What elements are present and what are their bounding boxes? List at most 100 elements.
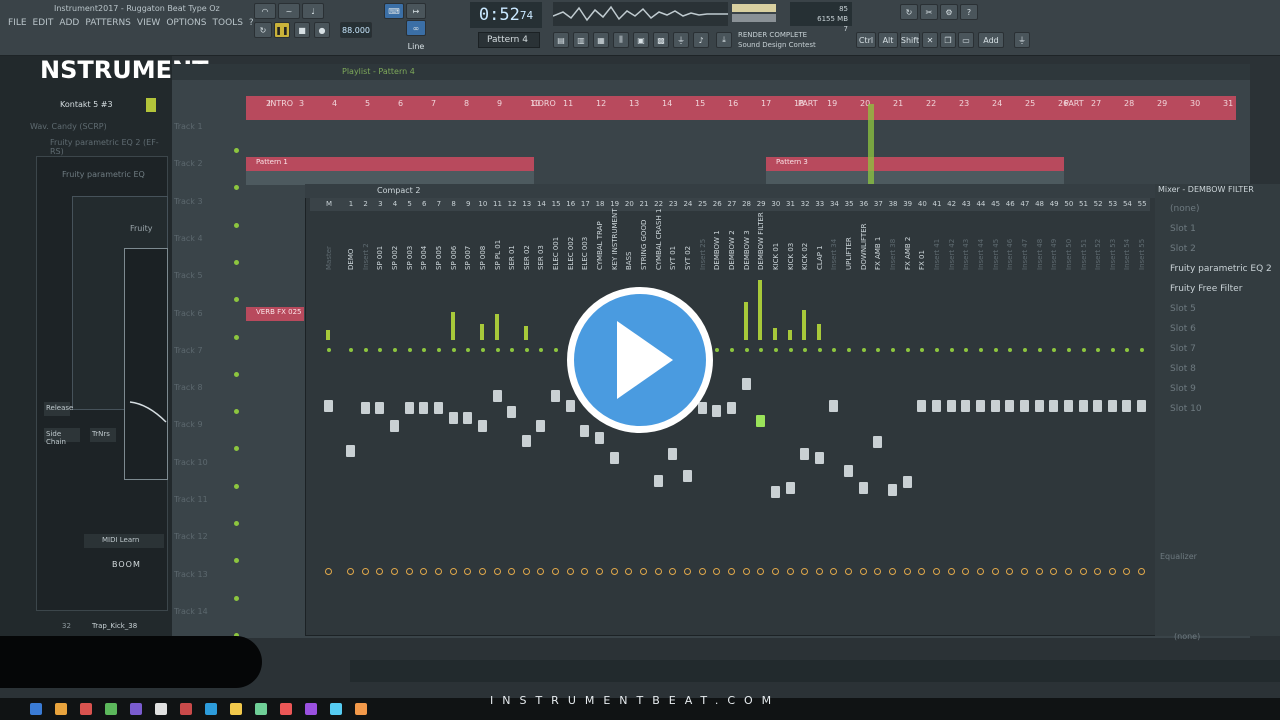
volume-fader[interactable] [346,445,355,457]
channel-enable-led[interactable] [495,348,500,352]
volume-fader[interactable] [697,402,707,414]
pan-knob[interactable] [991,568,999,575]
midi-learn-dropdown[interactable]: MIDI Learn [84,534,164,548]
pan-knob[interactable] [727,568,735,575]
chain-item-4[interactable]: Fruity [130,224,152,233]
pan-knob[interactable] [771,568,779,575]
volume-fader[interactable] [858,482,868,494]
pan-knob[interactable] [859,568,867,575]
chain-item-2[interactable]: Fruity parametric EQ 2 (EF-RS) [50,138,172,156]
volume-fader[interactable] [507,406,517,418]
taskbar-app-icon[interactable] [105,703,117,715]
alt-key[interactable]: Alt [878,32,898,48]
clip-pattern-1-body[interactable] [246,171,534,185]
channel-enable-led[interactable] [524,348,529,352]
channel-enable-led[interactable] [773,348,778,352]
channel-enable-led[interactable] [935,348,939,352]
snap-select[interactable]: Line [398,38,434,54]
pan-knob[interactable] [478,568,486,575]
pan-knob[interactable] [566,568,574,575]
track-header[interactable]: Track 2 [174,159,203,168]
track-mute-led[interactable] [234,595,239,601]
copy-icon[interactable]: ❐ [940,32,956,48]
taskbar-app-icon[interactable] [55,703,67,715]
track-header[interactable]: Track 7 [174,346,203,355]
volume-fader[interactable] [653,475,663,487]
volume-fader[interactable] [756,415,766,427]
channel-enable-led[interactable] [1066,348,1071,352]
scissors-icon[interactable]: ✂ [920,4,938,20]
track-mute-led[interactable] [234,371,239,377]
volume-fader[interactable] [1137,400,1147,412]
pause-button[interactable]: ❚❚ [274,22,290,38]
track-header[interactable]: Track 4 [174,234,203,243]
paste-icon[interactable]: ▭ [958,32,974,48]
pan-knob[interactable] [596,568,604,575]
track-header[interactable]: Track 12 [174,532,208,541]
add-button[interactable]: Add [978,32,1004,48]
fx-slot[interactable]: (none) [1160,200,1272,218]
chain-item-3[interactable]: Fruity parametric EQ [62,170,145,179]
playlist-icon[interactable]: ▤ [553,32,569,48]
volume-fader[interactable] [375,402,385,414]
volume-fader[interactable] [873,436,883,448]
track-header[interactable]: Track 3 [174,197,203,206]
play-icon[interactable] [617,321,673,399]
menu-options[interactable]: OPTIONS [166,18,206,28]
channel-enable-led[interactable] [451,348,456,352]
fx-slot[interactable]: Slot 1 [1160,220,1272,238]
metronome-icon[interactable]: ♩ [302,3,324,19]
track-header[interactable]: Track 6 [174,309,203,318]
taskbar-app-icon[interactable] [305,703,317,715]
pan-knob[interactable] [1020,568,1028,575]
channel-enable-led[interactable] [1110,348,1115,352]
channel-enable-led[interactable] [1037,348,1042,352]
volume-fader[interactable] [932,400,941,412]
channel-enable-led[interactable] [480,348,485,352]
mixer-icon[interactable]: ⫼ [613,32,629,48]
pan-knob[interactable] [1108,568,1116,575]
volume-fader[interactable] [741,378,751,390]
volume-fader[interactable] [448,412,458,424]
channel-rack-icon[interactable]: ▦ [593,32,609,48]
mic-icon[interactable]: ♪ [693,32,709,48]
volume-fader[interactable] [1122,400,1132,412]
close-icon[interactable]: ✕ [922,32,938,48]
clip-verb-fx[interactable]: VERB FX 025 [246,307,304,321]
volume-fader[interactable] [580,425,590,437]
volume-fader[interactable] [800,448,810,460]
track-mute-led[interactable] [234,148,239,153]
taskbar-app-icon[interactable] [230,703,242,715]
channel-enable-led[interactable] [1081,348,1086,352]
channel-enable-led[interactable] [905,348,910,352]
fx-slot[interactable]: Fruity parametric EQ 2 [1160,260,1272,278]
song-marker[interactable]: CORO [532,99,556,108]
taskbar-app-icon[interactable] [155,703,167,715]
volume-fader[interactable] [1093,400,1103,412]
volume-fader[interactable] [477,420,487,432]
volume-fader[interactable] [463,412,473,424]
piano-roll-icon[interactable]: ▥ [573,32,589,48]
track-mute-led[interactable] [234,483,239,489]
help-icon[interactable]: ? [960,4,978,20]
channel-enable-led[interactable] [436,348,441,352]
typing-keyboard-icon[interactable]: ⌨ [384,3,404,19]
volume-fader[interactable] [609,452,619,464]
volume-fader[interactable] [433,402,443,414]
menu-file[interactable]: FILE [8,18,27,28]
track-header[interactable]: Track 8 [174,383,203,392]
fx-slot[interactable]: Slot 7 [1160,340,1272,358]
pan-knob[interactable] [405,568,413,575]
record-button[interactable]: ● [314,22,330,38]
channel-enable-led[interactable] [363,348,368,352]
pan-knob[interactable] [889,568,897,575]
menu-tools[interactable]: TOOLS [213,18,243,28]
taskbar-app-icon[interactable] [255,703,267,715]
sidechain-button[interactable]: Side Chain [44,428,80,446]
menu-patterns[interactable]: PATTERNS [85,18,131,28]
pan-knob[interactable] [610,568,618,575]
menu-edit[interactable]: EDIT [33,18,54,28]
channel-enable-led[interactable] [392,348,397,352]
bottom-channel-name[interactable]: Trap_Kick_38 [92,622,137,630]
loop-icon[interactable]: ↻ [254,22,272,38]
